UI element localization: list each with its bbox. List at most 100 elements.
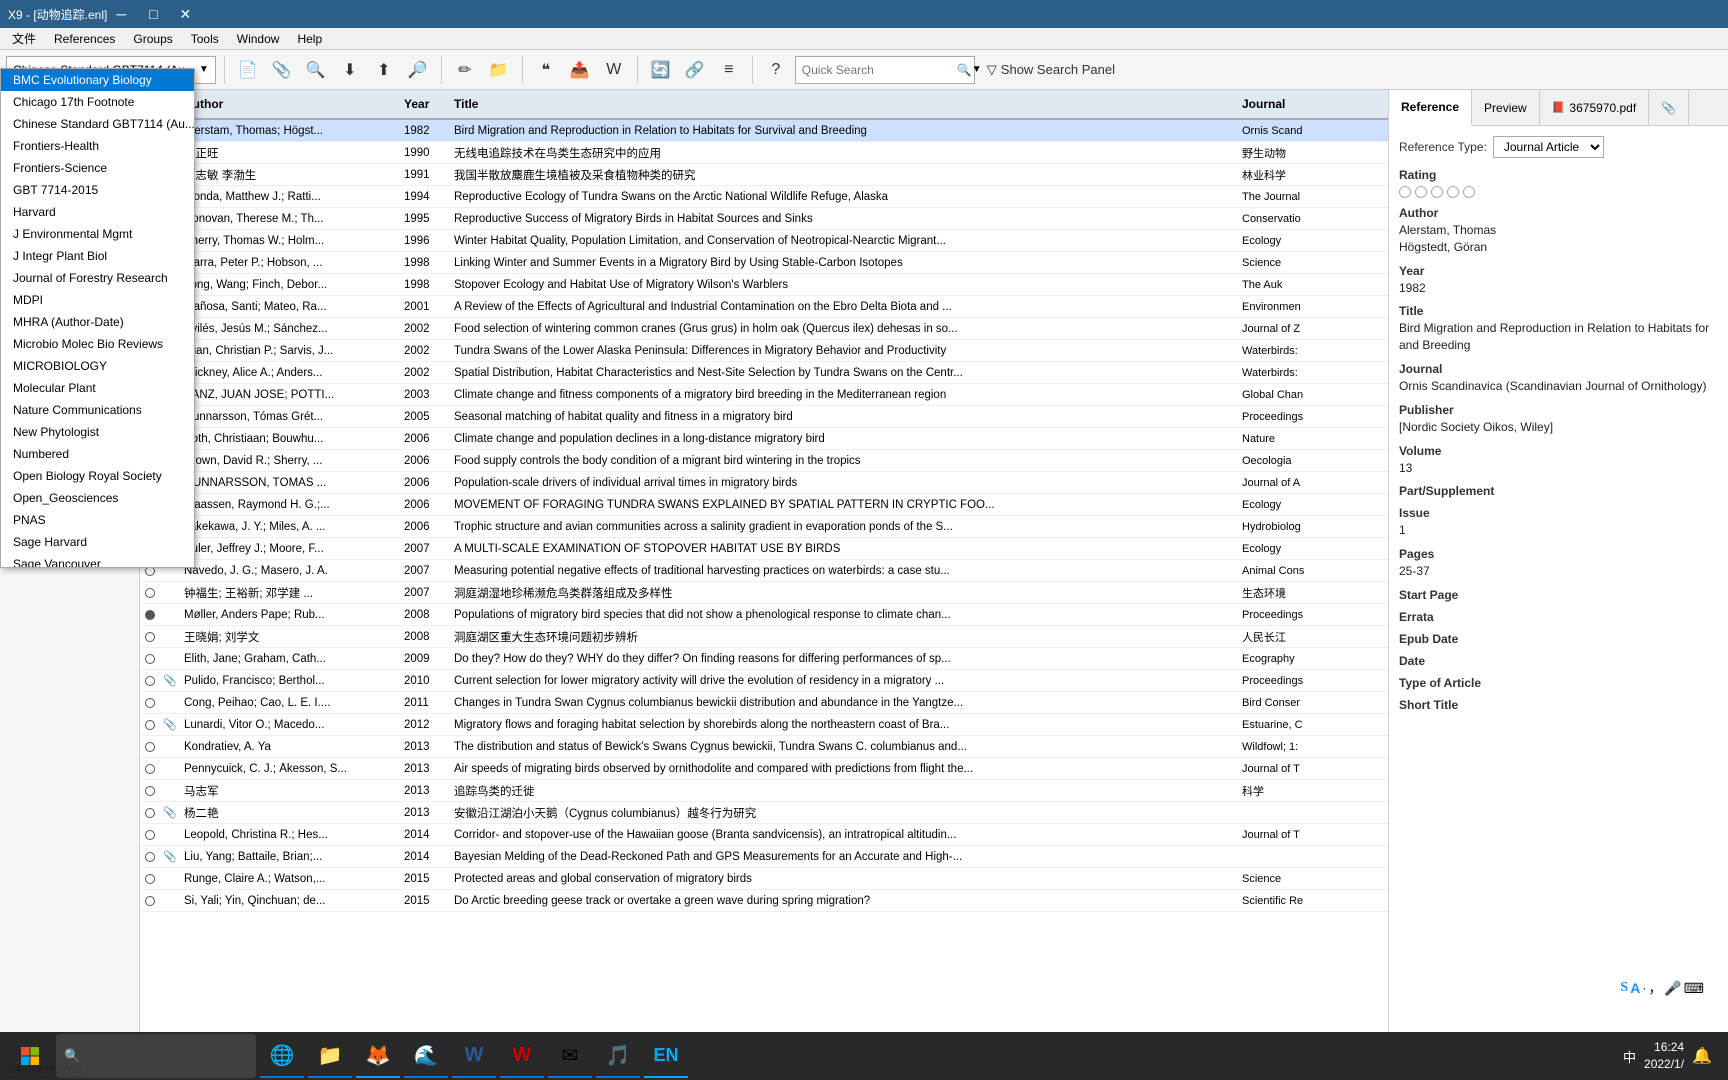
taskbar-app-browser[interactable]: 🦊 [356,1034,400,1078]
table-row[interactable]: Both, Christiaan; Bouwhu...2006Climate c… [140,428,1388,450]
dropdown-item-harvard[interactable]: Harvard [1,201,194,223]
dropdown-item-sage-harvard[interactable]: Sage Harvard [1,531,194,553]
upload-button[interactable]: ⬆ [369,56,399,84]
table-row[interactable]: 张正旺1990无线电追踪技术在鸟类生态研究中的应用野生动物 [140,142,1388,164]
table-row[interactable]: 梁志敏 李渤生1991我国半散放麋鹿生境植被及采食植物种类的研究林业科学 [140,164,1388,186]
col-header-title[interactable]: Title [450,93,1238,115]
table-row[interactable]: Brown, David R.; Sherry, ...2006Food sup… [140,450,1388,472]
table-row[interactable]: Navedo, J. G.; Masero, J. A.2007Measurin… [140,560,1388,582]
tab-preview[interactable]: Preview [1472,90,1540,125]
more-button[interactable]: ≡ [714,56,744,84]
download-button[interactable]: ⬇ [335,56,365,84]
table-row[interactable]: Klaassen, Raymond H. G.;...2006MOVEMENT … [140,494,1388,516]
taskbar-app-edge[interactable]: 🌊 [404,1034,448,1078]
table-row[interactable]: Møller, Anders Pape; Rub...2008Populatio… [140,604,1388,626]
dropdown-item-bmc-evolutionary-biology[interactable]: BMC Evolutionary Biology [1,69,194,91]
table-row[interactable]: SANZ, JUAN JOSÉ; POTTI...2003Climate cha… [140,384,1388,406]
table-row[interactable]: 📎Liu, Yang; Battaile, Brian;...2014Bayes… [140,846,1388,868]
table-row[interactable]: 钟福生; 王裕新; 邓学建 ...2007洞庭湖湿地珍稀濒危鸟类群落组成及多样性… [140,582,1388,604]
table-row[interactable]: Kondratiev, A. Ya2013The distribution an… [140,736,1388,758]
dropdown-item-open-biology-royal-society[interactable]: Open Biology Royal Society [1,465,194,487]
search-box[interactable]: 🔍 ▼ [795,56,975,84]
dropdown-item-sage-vancouver[interactable]: Sage Vancouver [1,553,194,568]
tab-pdf[interactable]: 📕 3675970.pdf [1540,90,1649,125]
taskbar-app-files[interactable]: 📁 [308,1034,352,1078]
dropdown-item-frontiers-health[interactable]: Frontiers-Health [1,135,194,157]
table-row[interactable]: Avilés, Jesús M.; Sánchez...2002Food sel… [140,318,1388,340]
table-row[interactable]: Monda, Matthew J.; Ratti...1994Reproduct… [140,186,1388,208]
table-row[interactable]: Marra, Peter P.; Hobson, ...1998Linking … [140,252,1388,274]
dropdown-item-nature-communications[interactable]: Nature Communications [1,399,194,421]
rating-dot-4[interactable] [1447,186,1459,198]
table-row[interactable]: 📎杨二艳2013安徽沿江湖泊小天鹅（Cygnus columbianus）越冬行… [140,802,1388,824]
dropdown-item-chicago-17th-footnote[interactable]: Chicago 17th Footnote [1,91,194,113]
dropdown-item-chinese-standard-gbt7114-(au...[interactable]: Chinese Standard GBT7114 (Au... [1,113,194,135]
rating-dot-5[interactable] [1463,186,1475,198]
dropdown-item-pnas[interactable]: PNAS [1,509,194,531]
table-row[interactable]: Si, Yali; Yin, Qinchuan; de...2015Do Arc… [140,890,1388,912]
help-button[interactable]: ? [761,56,791,84]
table-row[interactable]: Sherry, Thomas W.; Holm...1996Winter Hab… [140,230,1388,252]
tab-reference[interactable]: Reference [1389,90,1472,126]
col-header-author[interactable]: Author [180,93,400,115]
taskbar-notification[interactable]: 🔔 [1692,1046,1712,1066]
word-button[interactable]: W [599,56,629,84]
taskbar-lang[interactable]: 中 [1623,1047,1636,1066]
taskbar-app-music[interactable]: 🎵 [596,1034,640,1078]
table-row[interactable]: Buler, Jeffrey J.; Moore, F...2007A MULT… [140,538,1388,560]
table-row[interactable]: GUNNARSSON, TÓMAS ...2006Population-scal… [140,472,1388,494]
rating-dot-2[interactable] [1415,186,1427,198]
search-input[interactable] [802,63,957,77]
table-row[interactable]: Stickney, Alice A.; Anders...2002Spatial… [140,362,1388,384]
taskbar-app-word[interactable]: W [452,1034,496,1078]
rating-dot-3[interactable] [1431,186,1443,198]
taskbar-app-chrome[interactable]: 🌐 [260,1034,304,1078]
table-row[interactable]: 王晓娟; 刘学文2008洞庭湖区重大生态环境问题初步辨析人民长江 [140,626,1388,648]
menu-help[interactable]: Help [289,30,330,48]
dropdown-item-microbiology[interactable]: MICROBIOLOGY [1,355,194,377]
dropdown-item-molecular-plant[interactable]: Molecular Plant [1,377,194,399]
menu-file[interactable]: 文件 [4,28,44,49]
table-row[interactable]: 马志军2013追踪鸟类的迁徙科学 [140,780,1388,802]
menu-groups[interactable]: Groups [125,30,180,48]
dropdown-item-gbt-7714-2015[interactable]: GBT 7714-2015 [1,179,194,201]
taskbar-app-wps[interactable]: W [500,1034,544,1078]
sync-button[interactable]: 🔄 [646,56,676,84]
ref-type-select[interactable]: Journal Article [1493,136,1604,158]
insert-citation-button[interactable]: 📎 [267,56,297,84]
table-row[interactable]: Donovan, Therese M.; Th...1995Reproducti… [140,208,1388,230]
dropdown-item-new-phytologist[interactable]: New Phytologist [1,421,194,443]
table-row[interactable]: Cong, Peihao; Cao, L. E. I....2011Change… [140,692,1388,714]
rating-dot-1[interactable] [1399,186,1411,198]
close-button[interactable]: ✕ [171,3,199,25]
table-row[interactable]: Runge, Claire A.; Watson,...2015Protecte… [140,868,1388,890]
find-button[interactable]: 🔍 [301,56,331,84]
dropdown-item-journal-of-forestry-research[interactable]: Journal of Forestry Research [1,267,194,289]
dropdown-item-mdpi[interactable]: MDPI [1,289,194,311]
menu-tools[interactable]: Tools [183,30,227,48]
dropdown-item-frontiers-science[interactable]: Frontiers-Science [1,157,194,179]
table-row[interactable]: Alerstam, Thomas; Högst...1982Bird Migra… [140,120,1388,142]
zoom-button[interactable]: 🔎 [403,56,433,84]
table-row[interactable]: Yong, Wang; Finch, Debor...1998Stopover … [140,274,1388,296]
table-row[interactable]: 📎Lunardi, Vitor O.; Macedo...2012Migrato… [140,714,1388,736]
table-row[interactable]: Elith, Jane; Graham, Cath...2009Do they?… [140,648,1388,670]
search-dropdown-icon[interactable]: ▼ [972,64,982,75]
table-row[interactable]: Juan, Christian P.; Sarvis, J...2002Tund… [140,340,1388,362]
taskbar-app-mail[interactable]: ✉ [548,1034,592,1078]
folder-button[interactable]: 📁 [484,56,514,84]
table-row[interactable]: Gunnarsson, Tómas Grét...2005Seasonal ma… [140,406,1388,428]
dropdown-item-mhra-(author-date)[interactable]: MHRA (Author-Date) [1,311,194,333]
dropdown-item-numbered[interactable]: Numbered [1,443,194,465]
dropdown-item-open_geosciences[interactable]: Open_Geosciences [1,487,194,509]
dropdown-item-j-environmental-mgmt[interactable]: J Environmental Mgmt [1,223,194,245]
start-button[interactable] [8,1034,52,1078]
search-icon[interactable]: 🔍 [957,63,972,77]
edit-button[interactable]: ✏ [450,56,480,84]
col-header-journal[interactable]: Journal [1238,93,1388,115]
export-button[interactable]: 📤 [565,56,595,84]
menu-window[interactable]: Window [229,30,288,48]
table-row[interactable]: Mañosa, Santi; Mateo, Ra...2001A Review … [140,296,1388,318]
dropdown-item-j-integr-plant-biol[interactable]: J Integr Plant Biol [1,245,194,267]
connect-button[interactable]: 🔗 [680,56,710,84]
